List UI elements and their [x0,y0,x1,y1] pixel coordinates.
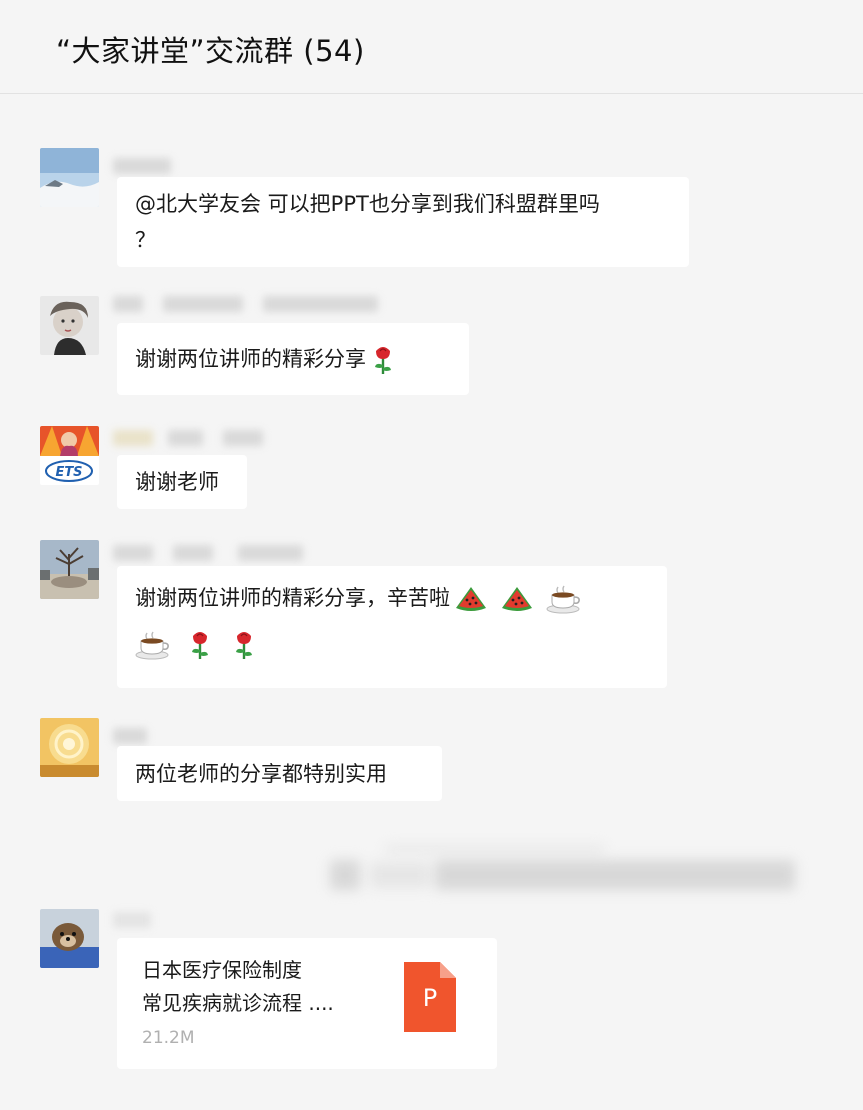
file-name-line: 日本医疗保险制度 [142,958,302,982]
rose-emoji-icon [372,345,394,375]
message-bubble[interactable]: 两位老师的分享都特别实用 [117,746,442,801]
ppt-file-letter: P [422,984,438,1012]
sender-name [113,545,303,563]
avatar[interactable] [40,148,99,207]
file-name: 日本医疗保险制度 常见疾病就诊流程 .... [142,954,387,1020]
sender-name [113,158,173,176]
message-text: ？ [135,228,156,252]
message-text: 两位老师的分享都特别实用 [135,762,387,786]
svg-text:ETS: ETS [55,465,82,480]
message-text: 谢谢两位讲师的精彩分享，辛苦啦 [135,586,450,610]
redacted-message [325,846,805,892]
sender-name [113,296,378,314]
watermelon-emoji-icon [500,584,534,614]
message-bubble[interactable]: 谢谢两位讲师的精彩分享 [117,323,469,395]
avatar[interactable] [40,296,99,355]
avatar[interactable] [40,909,99,968]
avatar[interactable]: ETS [40,426,99,485]
rose-emoji-icon [189,630,211,660]
message-bubble[interactable]: 谢谢老师 [117,455,247,509]
message-bubble[interactable]: @北大学友会 可以把PPT也分享到我们科盟群里吗 ？ [117,177,689,267]
file-size: 21.2M [142,1028,195,1048]
coffee-emoji-icon [546,583,582,615]
file-name-line: 常见疾病就诊流程 .... [142,991,334,1015]
file-message-card[interactable]: 日本医疗保险制度 常见疾病就诊流程 .... 21.2M P [117,938,497,1069]
rose-emoji-icon [233,630,255,660]
message-bubble[interactable]: 谢谢两位讲师的精彩分享，辛苦啦 [117,566,667,688]
avatar[interactable] [40,718,99,777]
coffee-emoji-icon [135,629,171,661]
sender-name [113,912,153,930]
watermelon-emoji-icon [454,584,488,614]
ppt-file-icon: P [404,962,456,1032]
sender-name [113,728,149,746]
chat-header: “大家讲堂”交流群 (54) [0,0,863,94]
sender-name [113,430,263,448]
group-title: “大家讲堂”交流群 (54) [56,34,365,68]
message-text: 谢谢老师 [135,470,219,494]
message-text: 谢谢两位讲师的精彩分享 [135,347,366,371]
avatar[interactable] [40,540,99,599]
message-text: @北大学友会 可以把PPT也分享到我们科盟群里吗 [135,192,600,216]
